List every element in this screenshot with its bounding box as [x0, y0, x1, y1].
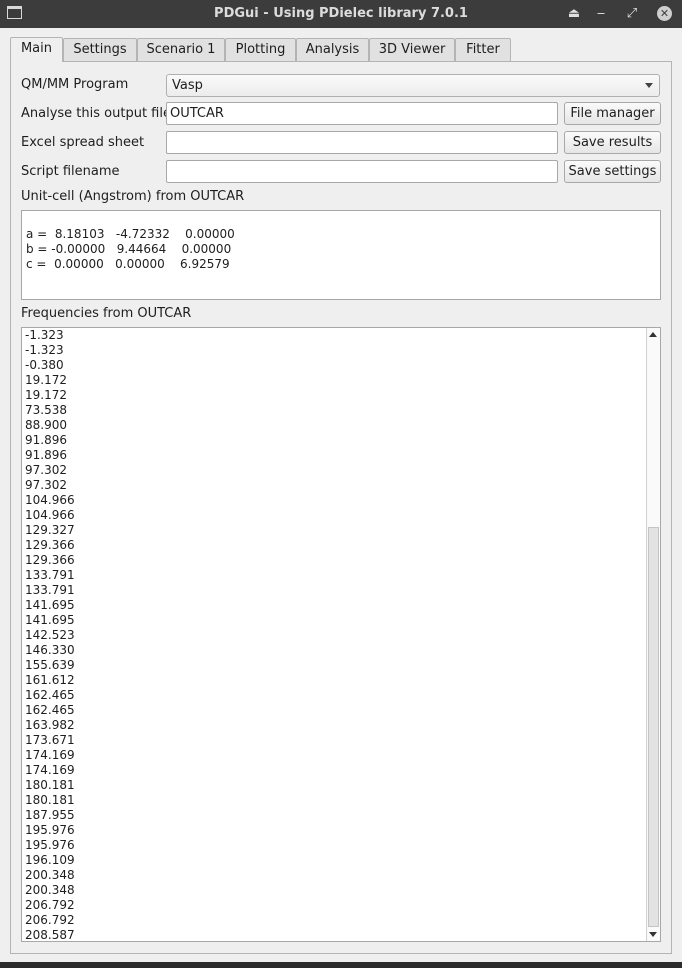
title-bar: PDGui - Using PDielec library 7.0.1 ⏏ ‒ …: [0, 0, 682, 28]
minimize-icon[interactable]: ‒: [592, 5, 610, 23]
program-select-value: Vasp: [172, 78, 203, 93]
script-label: Script filename: [21, 164, 120, 179]
frequency-item[interactable]: 161.612: [25, 673, 75, 688]
scroll-down-icon[interactable]: [649, 932, 657, 937]
shade-icon[interactable]: ⏏: [565, 5, 583, 23]
scrollbar-handle[interactable]: [648, 527, 659, 927]
unitcell-line-a: a = 8.18103 -4.72332 0.00000: [26, 227, 235, 241]
frequency-item[interactable]: 206.792: [25, 913, 75, 928]
save-results-button[interactable]: Save results: [564, 131, 661, 154]
unitcell-line-b: b = -0.00000 9.44664 0.00000: [26, 242, 232, 256]
tab-settings[interactable]: Settings: [63, 38, 137, 61]
frequency-item[interactable]: 180.181: [25, 793, 75, 808]
script-input[interactable]: [166, 160, 558, 183]
frequency-item[interactable]: 91.896: [25, 448, 75, 463]
unitcell-label: Unit-cell (Angstrom) from OUTCAR: [21, 189, 245, 204]
frequency-item[interactable]: -1.323: [25, 328, 75, 343]
frequency-item[interactable]: 133.791: [25, 583, 75, 598]
frequency-item[interactable]: 104.966: [25, 508, 75, 523]
frequency-item[interactable]: 195.976: [25, 823, 75, 838]
frequency-item[interactable]: 174.169: [25, 748, 75, 763]
main-window: Main Settings Scenario 1 Plotting Analys…: [0, 28, 682, 962]
file-manager-button[interactable]: File manager: [564, 102, 661, 125]
frequency-item[interactable]: -1.323: [25, 343, 75, 358]
frequencies-scrollbar[interactable]: [646, 328, 660, 941]
tab-analysis[interactable]: Analysis: [296, 38, 369, 61]
output-file-label: Analyse this output file: [21, 106, 171, 121]
maximize-icon[interactable]: ⤢: [623, 5, 641, 23]
frequency-item[interactable]: 91.896: [25, 433, 75, 448]
unitcell-line-c: c = 0.00000 0.00000 6.92579: [26, 257, 230, 271]
excel-label: Excel spread sheet: [21, 135, 145, 150]
scroll-up-icon[interactable]: [649, 332, 657, 337]
frequency-item[interactable]: 196.109: [25, 853, 75, 868]
tab-main[interactable]: Main: [10, 37, 63, 62]
frequency-item[interactable]: 208.587: [25, 928, 75, 941]
frequency-item[interactable]: -0.380: [25, 358, 75, 373]
frequency-item[interactable]: 173.671: [25, 733, 75, 748]
frequencies-list[interactable]: -1.323 -1.323 -0.380 19.172 19.172 73.538 88.9…: [21, 327, 661, 942]
frequency-item[interactable]: 162.465: [25, 703, 75, 718]
frequency-item[interactable]: 141.695: [25, 613, 75, 628]
tab-scenario-1[interactable]: Scenario 1: [137, 38, 225, 61]
output-file-input[interactable]: OUTCAR: [166, 102, 558, 125]
close-icon[interactable]: ✕: [657, 6, 672, 21]
tab-plotting[interactable]: Plotting: [225, 38, 296, 61]
tab-3d-viewer[interactable]: 3D Viewer: [369, 38, 455, 61]
frequency-item[interactable]: 97.302: [25, 463, 75, 478]
frequency-item[interactable]: 104.966: [25, 493, 75, 508]
save-settings-button[interactable]: Save settings: [564, 160, 661, 183]
scrollbar-track[interactable]: [648, 342, 659, 526]
frequency-item[interactable]: 174.169: [25, 763, 75, 778]
chevron-down-icon: [645, 83, 653, 88]
frequency-item[interactable]: 146.330: [25, 643, 75, 658]
frequency-item[interactable]: 180.181: [25, 778, 75, 793]
frequency-item[interactable]: 155.639: [25, 658, 75, 673]
frequency-item[interactable]: 19.172: [25, 373, 75, 388]
program-label: QM/MM Program: [21, 77, 129, 92]
frequency-item[interactable]: 195.976: [25, 838, 75, 853]
frequency-item[interactable]: 73.538: [25, 403, 75, 418]
excel-input[interactable]: [166, 131, 558, 154]
frequencies-label: Frequencies from OUTCAR: [21, 306, 192, 321]
frequency-item[interactable]: 88.900: [25, 418, 75, 433]
tab-fitter[interactable]: Fitter: [455, 38, 511, 61]
frequency-item[interactable]: 141.695: [25, 598, 75, 613]
frequency-item[interactable]: 133.791: [25, 568, 75, 583]
frequencies-items: -1.323 -1.323 -0.380 19.172 19.172 73.538 88.9…: [25, 328, 75, 941]
frequency-item[interactable]: 129.327: [25, 523, 75, 538]
frequency-item[interactable]: 200.348: [25, 868, 75, 883]
program-select[interactable]: Vasp: [166, 74, 660, 97]
frequency-item[interactable]: 19.172: [25, 388, 75, 403]
frequency-item[interactable]: 129.366: [25, 553, 75, 568]
frequency-item[interactable]: 163.982: [25, 718, 75, 733]
frequency-item[interactable]: 206.792: [25, 898, 75, 913]
frequency-item[interactable]: 187.955: [25, 808, 75, 823]
unitcell-textbox[interactable]: a = 8.18103 -4.72332 0.00000 b = -0.0000…: [21, 210, 661, 300]
frequency-item[interactable]: 200.348: [25, 883, 75, 898]
frequency-item[interactable]: 129.366: [25, 538, 75, 553]
frequency-item[interactable]: 162.465: [25, 688, 75, 703]
frequency-item[interactable]: 142.523: [25, 628, 75, 643]
frequency-item[interactable]: 97.302: [25, 478, 75, 493]
